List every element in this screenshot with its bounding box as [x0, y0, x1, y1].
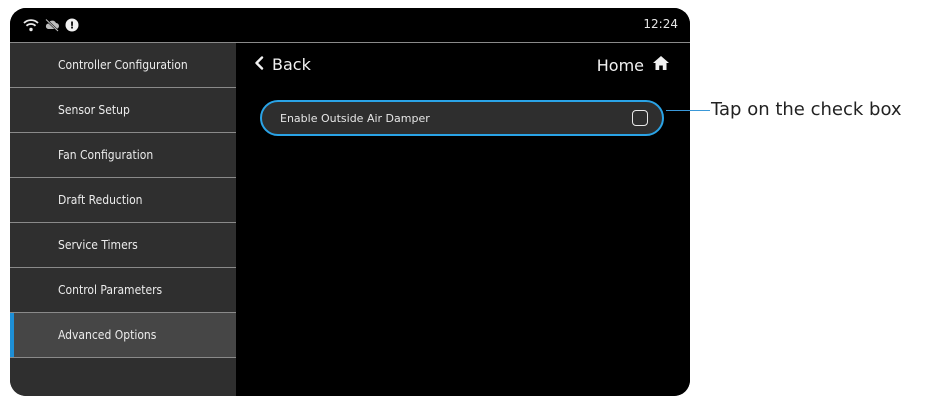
sidebar: Controller Configuration Sensor Setup Fa…	[10, 42, 236, 396]
option-label: Enable Outside Air Damper	[280, 111, 430, 125]
chevron-left-icon	[254, 55, 264, 74]
sidebar-item-label: Controller Configuration	[58, 58, 188, 72]
device-screen: ! 12:24 Controller Configuration Sensor …	[10, 8, 690, 396]
sidebar-item-label: Sensor Setup	[58, 103, 130, 117]
home-icon	[652, 55, 670, 75]
callout-text: Tap on the check box	[711, 99, 902, 120]
cloud-off-icon	[44, 18, 60, 32]
option-row-enable-outside-air-damper[interactable]: Enable Outside Air Damper	[260, 100, 664, 136]
sidebar-item-label: Advanced Options	[58, 328, 157, 342]
sidebar-item-fan-configuration[interactable]: Fan Configuration	[10, 133, 236, 178]
sidebar-item-service-timers[interactable]: Service Timers	[10, 223, 236, 268]
wifi-icon	[23, 18, 39, 32]
sidebar-item-control-parameters[interactable]: Control Parameters	[10, 268, 236, 313]
alert-info-icon[interactable]: !	[65, 18, 79, 32]
home-label: Home	[596, 55, 644, 75]
sidebar-item-label: Draft Reduction	[58, 193, 143, 207]
home-button[interactable]: Home	[597, 55, 670, 75]
sidebar-item-controller-configuration[interactable]: Controller Configuration	[10, 42, 236, 88]
sidebar-item-label: Service Timers	[58, 238, 138, 252]
back-label: Back	[272, 55, 311, 74]
clock: 12:24	[643, 17, 678, 31]
callout-line	[666, 110, 710, 111]
sidebar-item-advanced-options[interactable]: Advanced Options	[10, 313, 236, 358]
sidebar-item-label: Control Parameters	[58, 283, 163, 297]
sidebar-item-sensor-setup[interactable]: Sensor Setup	[10, 88, 236, 133]
status-icons: !	[23, 17, 79, 33]
back-button[interactable]: Back	[254, 55, 311, 74]
sidebar-item-draft-reduction[interactable]: Draft Reduction	[10, 178, 236, 223]
enable-outside-air-damper-checkbox[interactable]	[632, 110, 648, 126]
status-bar: ! 12:24	[10, 8, 690, 42]
alert-badge-text: !	[70, 21, 75, 32]
sidebar-item-label: Fan Configuration	[58, 148, 154, 162]
main-panel: Back Home Enable Outside Air Damper	[236, 42, 690, 396]
